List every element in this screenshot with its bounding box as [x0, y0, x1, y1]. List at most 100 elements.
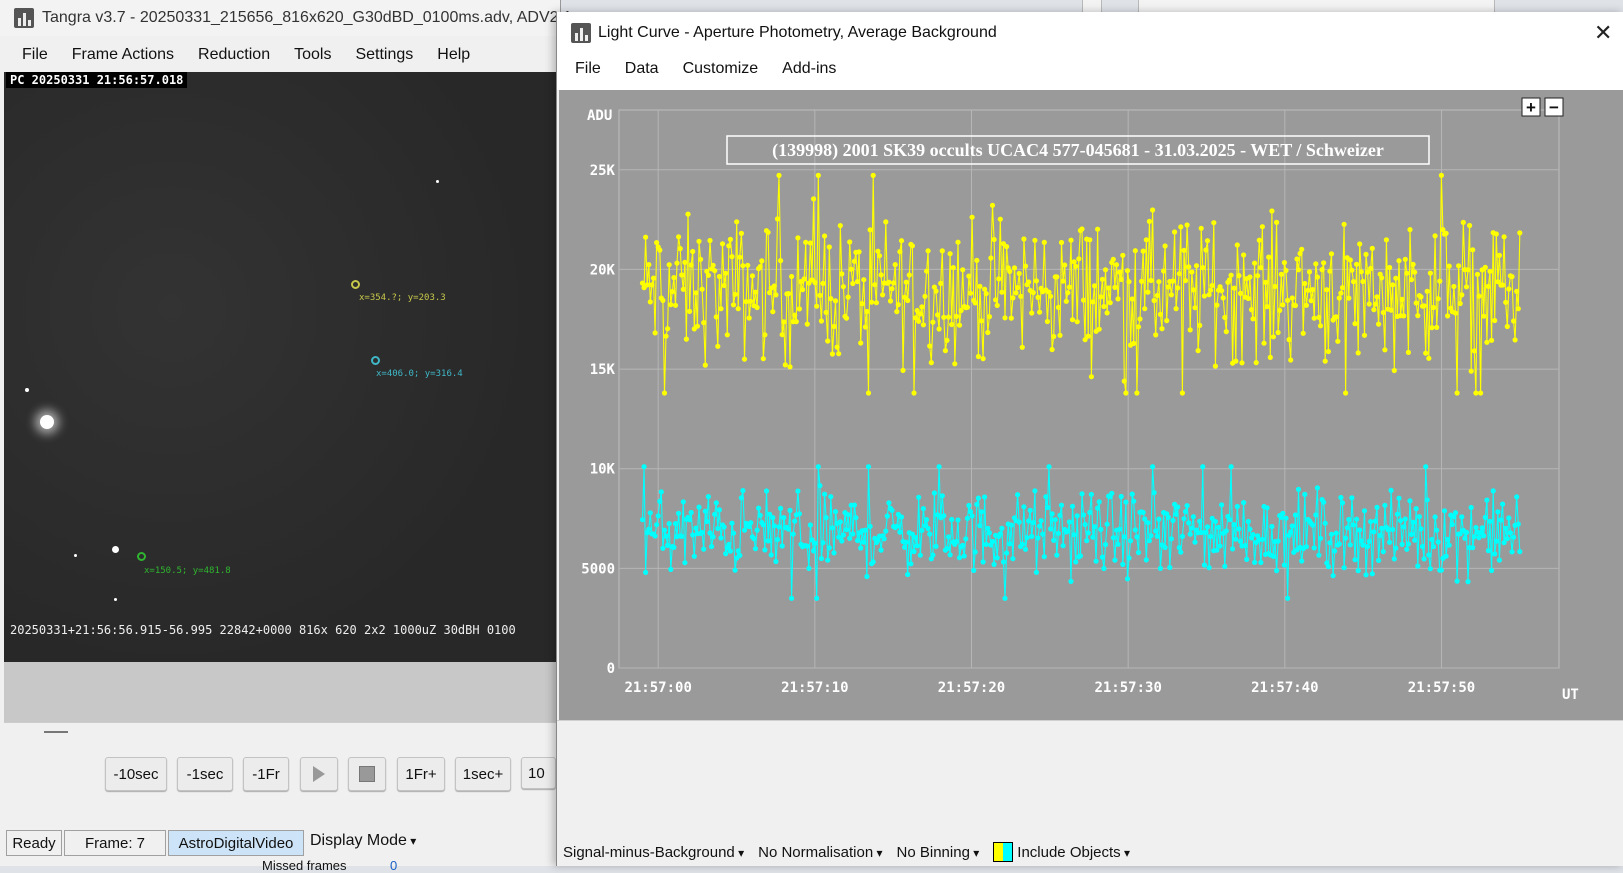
series-0-point — [773, 292, 779, 298]
video-frame[interactable]: PC 20250331 21:56:57.018 x=354.?; y=203.… — [4, 72, 560, 662]
series-1-point — [735, 548, 741, 554]
series-0-point — [1104, 310, 1110, 316]
series-1-point — [911, 548, 917, 555]
series-1-point — [955, 517, 961, 523]
series-0-point — [1434, 324, 1440, 330]
series-0-point — [876, 253, 883, 259]
series-1-point — [763, 488, 770, 494]
forward-10sec-button[interactable]: 10 — [521, 757, 556, 789]
series-1-point — [840, 532, 846, 538]
series-0-point — [1509, 274, 1515, 280]
series-1-point — [1178, 549, 1184, 555]
display-mode-dropdown[interactable]: Display Mode — [310, 832, 416, 850]
series-1-point — [1247, 526, 1253, 532]
back-1frame-button[interactable]: -1Fr — [243, 757, 289, 791]
series-1-point — [738, 495, 744, 501]
series-1-point — [949, 516, 955, 523]
series-0-point — [767, 290, 773, 296]
series-1-point — [854, 537, 861, 544]
series-1-point — [1242, 542, 1248, 549]
lc-menu-customize[interactable]: Customize — [671, 54, 771, 90]
series-1-point — [832, 509, 839, 515]
signal-mode-dropdown[interactable]: Signal-minus-Background — [563, 844, 744, 861]
series-0-point — [1426, 355, 1432, 361]
series-1-point — [1175, 504, 1181, 510]
seek-slider-thumb[interactable] — [44, 731, 68, 733]
menu-tools[interactable]: Tools — [282, 40, 343, 70]
zoom-in-button[interactable]: + — [1521, 97, 1541, 117]
menu-frame-actions[interactable]: Frame Actions — [60, 40, 186, 70]
series-1-point — [837, 519, 843, 525]
series-1-point — [917, 552, 923, 558]
series-0-point — [1267, 354, 1273, 360]
series-0-point — [1062, 262, 1068, 268]
series-1-point — [718, 535, 724, 541]
series-1-point — [898, 514, 905, 520]
aperture-comparison-2[interactable] — [137, 552, 146, 561]
binning-dropdown[interactable]: No Binning — [897, 844, 980, 861]
series-0-point — [1407, 227, 1413, 233]
series-0-point — [823, 309, 829, 315]
series-1-point — [828, 494, 834, 500]
series-0-point — [1255, 273, 1261, 279]
series-1-point — [1402, 516, 1408, 522]
menu-settings[interactable]: Settings — [343, 40, 425, 70]
series-1-point — [1515, 521, 1521, 527]
series-1-point — [894, 523, 900, 529]
series-1-point — [903, 539, 909, 545]
series-0-point — [1380, 309, 1386, 316]
series-1-point — [1024, 535, 1030, 541]
series-0-point — [1280, 302, 1286, 308]
series-0-point — [647, 299, 653, 305]
include-objects-dropdown[interactable]: Include Objects — [993, 842, 1130, 862]
series-1-point — [886, 500, 892, 506]
lc-menu-data[interactable]: Data — [613, 54, 671, 90]
stop-button[interactable] — [348, 757, 386, 791]
lc-menu-file[interactable]: File — [563, 54, 613, 90]
series-1-point — [867, 523, 873, 529]
normalisation-dropdown[interactable]: No Normalisation — [758, 844, 882, 861]
series-1-point — [804, 543, 810, 549]
aperture-comparison-1[interactable] — [371, 356, 380, 365]
series-0-point — [743, 299, 749, 305]
series-1-point — [1146, 538, 1152, 544]
series-0-point — [1186, 264, 1192, 270]
chart-background — [559, 90, 1623, 720]
series-0-point — [847, 239, 853, 245]
zoom-out-button[interactable]: − — [1544, 97, 1564, 117]
play-button[interactable] — [300, 757, 338, 791]
menu-file[interactable]: File — [10, 40, 60, 70]
aperture-target[interactable] — [351, 280, 360, 289]
series-1-point — [1468, 504, 1474, 511]
series-0-point — [1022, 263, 1029, 269]
series-0-point — [974, 257, 980, 263]
play-icon — [313, 766, 325, 782]
series-0-point — [1236, 273, 1242, 279]
close-icon[interactable]: ✕ — [1594, 20, 1612, 46]
y-axis-label: ADU — [587, 108, 612, 124]
series-0-point — [1161, 268, 1167, 274]
forward-1frame-button[interactable]: 1Fr+ — [397, 757, 445, 791]
lc-menu-add-ins[interactable]: Add-ins — [770, 54, 848, 90]
series-0-point — [903, 279, 909, 285]
light-curve-chart[interactable]: 0 5000 10K 15K 20K 25K 21:57:00 21:57:10 21:57:2… — [559, 90, 1623, 720]
series-0-point — [938, 280, 944, 286]
series-1-point — [1041, 554, 1047, 560]
series-0-point — [1405, 349, 1411, 355]
series-0-point — [1193, 263, 1200, 269]
series-1-point — [1385, 527, 1391, 533]
series-0-point — [1008, 315, 1014, 321]
forward-1sec-button[interactable]: 1sec+ — [455, 757, 511, 791]
back-10sec-button[interactable]: -10sec — [105, 757, 167, 791]
series-0-point — [1454, 390, 1460, 396]
menu-help[interactable]: Help — [425, 40, 482, 70]
series-0-point — [639, 280, 646, 286]
back-1sec-button[interactable]: -1sec — [177, 757, 233, 791]
series-1-point — [811, 548, 817, 554]
series-0-point — [858, 340, 864, 346]
series-0-point — [646, 262, 652, 268]
series-0-point — [694, 323, 700, 329]
menu-reduction[interactable]: Reduction — [186, 40, 282, 70]
series-1-point — [1051, 537, 1057, 543]
star — [114, 598, 117, 601]
